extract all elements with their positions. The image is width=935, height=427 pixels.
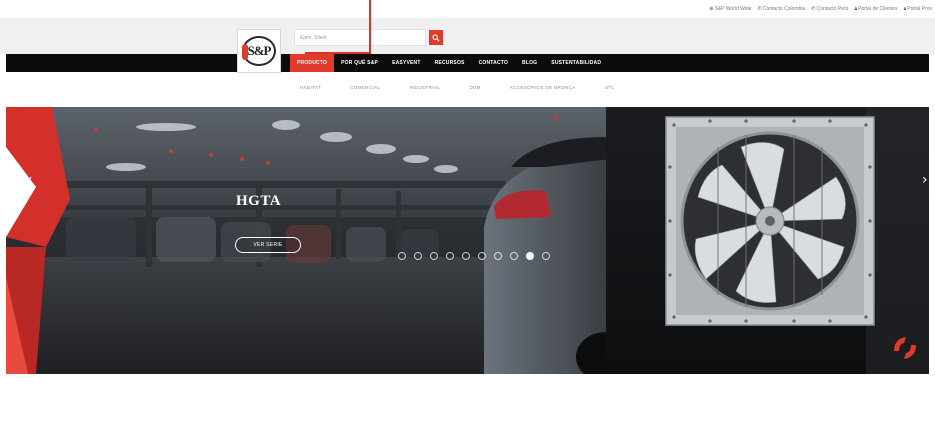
lock-icon: 🔒︎	[903, 6, 907, 12]
main-nav: PRODUCTO POR QUÉ S&P EASYVENT RECURSOS CONTA…	[6, 54, 929, 72]
phone-icon: ✆	[811, 6, 816, 12]
utility-link-label: Portal de Clientes	[858, 6, 898, 12]
utility-link[interactable]: 🔒︎ Portal Prov	[904, 6, 932, 12]
annotation-line-horizontal	[305, 52, 371, 54]
slider-dot[interactable]	[478, 252, 486, 260]
utility-bar: ⊕ S&P World Wide ✆ Contacto Colombia ✆ Contac…	[0, 0, 935, 18]
nav-item[interactable]: SUSTENTABILIDAD	[544, 54, 608, 72]
utility-link-label: Portal Prov	[907, 6, 932, 12]
slider-dot[interactable]	[414, 252, 422, 260]
slider-prev-arrow[interactable]: ‹	[27, 172, 33, 188]
lock-icon: 🔒︎	[854, 6, 858, 12]
slider-next-arrow[interactable]: ›	[922, 172, 928, 188]
slider-dot[interactable]	[446, 252, 454, 260]
brand-mark-icon	[894, 337, 916, 359]
logo-mark: S&P	[242, 36, 276, 66]
slider-dot[interactable]	[542, 252, 550, 260]
sub-nav-item[interactable]: ACCESORIOS DE BRONCA	[510, 85, 576, 90]
logo[interactable]: S&P	[237, 29, 281, 73]
hero-slider: ‹ › HGTA VER SERIE	[6, 107, 929, 374]
slider-dot[interactable]	[462, 252, 470, 260]
nav-item[interactable]: CONTACTO	[472, 54, 515, 72]
utility-link-label: Contacto Colombia	[762, 6, 806, 12]
utility-link-label: Contacto Perú	[816, 6, 849, 12]
slider-dots	[398, 252, 550, 260]
globe-icon: ⊕	[709, 6, 714, 12]
search-button[interactable]	[429, 30, 443, 45]
utility-link[interactable]: ⊕ S&P World Wide	[709, 6, 751, 12]
nav-item[interactable]: BLOG	[515, 54, 544, 72]
search-input[interactable]	[294, 29, 426, 46]
utility-link[interactable]: ✆ Contacto Colombia	[758, 6, 806, 12]
sub-nav-item[interactable]: INDUSTRIAL	[410, 85, 441, 90]
page: ⊕ S&P World Wide ✆ Contacto Colombia ✆ Contac…	[0, 0, 935, 427]
sub-nav-item[interactable]: HÁBITAT	[300, 85, 321, 90]
sub-nav-item[interactable]: UTL	[605, 85, 615, 90]
nav-item[interactable]: POR QUÉ S&P	[334, 54, 385, 72]
nav-item[interactable]: PRODUCTO	[290, 54, 335, 72]
hero-title: HGTA	[236, 193, 282, 209]
view-series-button[interactable]: VER SERIE	[235, 237, 301, 253]
utility-link[interactable]: 🔒︎ Portal de Clientes	[854, 6, 897, 12]
nav-item[interactable]: RECURSOS	[428, 54, 472, 72]
sub-nav-item[interactable]: OEM	[469, 85, 480, 90]
sub-nav-item[interactable]: COMERCIAL	[350, 85, 380, 90]
slider-dot[interactable]	[526, 252, 534, 260]
utility-link-label: S&P World Wide	[714, 6, 752, 12]
main-nav-items: PRODUCTO POR QUÉ S&P EASYVENT RECURSOS CONTA…	[290, 54, 608, 72]
slider-dot[interactable]	[430, 252, 438, 260]
utility-link[interactable]: ✆ Contacto Perú	[811, 6, 848, 12]
slider-dot[interactable]	[494, 252, 502, 260]
sub-nav: HÁBITAT COMERCIAL INDUSTRIAL OEM ACCESORIOS …	[300, 85, 643, 90]
phone-icon: ✆	[757, 6, 762, 12]
slider-dot[interactable]	[510, 252, 518, 260]
hero-image	[6, 107, 929, 374]
nav-item[interactable]: EASYVENT	[385, 54, 428, 72]
annotation-line-vertical	[369, 0, 371, 54]
search-icon	[432, 33, 440, 42]
header-band	[0, 18, 935, 54]
slider-dot[interactable]	[398, 252, 406, 260]
